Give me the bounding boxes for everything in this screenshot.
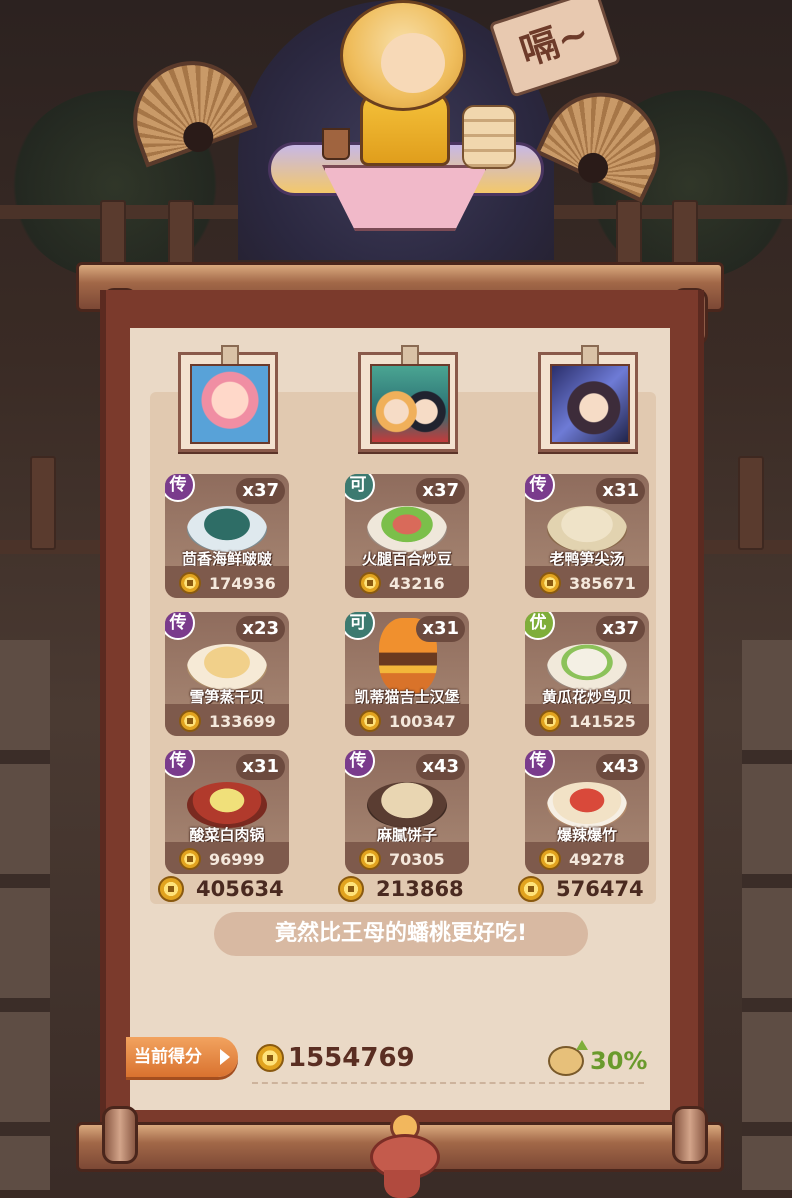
coin-icon (158, 876, 184, 902)
coin-icon (359, 848, 381, 870)
dish-card[interactable]: 传 x31 老鸭笋尖汤 385671 (525, 474, 649, 598)
review-comment: 竟然比王母的蟠桃更好吃! (214, 912, 588, 956)
coin-icon (256, 1043, 284, 1072)
dish-quantity: x31 (596, 478, 645, 504)
current-score-text: 当前得分 (134, 1047, 202, 1067)
dish-price: 100347 (359, 710, 456, 732)
dish-image-ham-stirfry (367, 506, 447, 552)
dish-price: 133699 (179, 710, 276, 732)
dish-quantity: x23 (236, 616, 285, 642)
coin-icon (179, 710, 201, 732)
dish-image-scallop (187, 644, 267, 690)
dish-price: 49278 (539, 848, 625, 870)
monkey-king-character[interactable] (330, 0, 470, 166)
portrait-frame-3[interactable] (538, 345, 638, 452)
scroll-rod-end (102, 1106, 138, 1164)
dish-card[interactable]: 传 x37 茴香海鲜啵啵 174936 (165, 474, 289, 598)
railing-post (738, 456, 764, 550)
column-total: 405634 (158, 876, 284, 902)
dish-price: 70305 (359, 848, 445, 870)
dish-image-spicy-dish (547, 782, 627, 828)
bonus-boost-icon (548, 1040, 588, 1076)
wall-panel-left (0, 640, 50, 1190)
dish-card[interactable]: 可 x31 凯蒂猫吉士汉堡 100347 (345, 612, 469, 736)
dish-price: 385671 (539, 572, 636, 594)
portrait-frame-2[interactable] (358, 345, 458, 452)
dish-card[interactable]: 优 x37 黄瓜花炒鸟贝 141525 (525, 612, 649, 736)
play-arrow-icon (220, 1049, 230, 1065)
dish-card[interactable]: 传 x31 酸菜白肉锅 96999 (165, 750, 289, 874)
coin-icon (179, 848, 201, 870)
dish-card[interactable]: 可 x37 火腿百合炒豆 43216 (345, 474, 469, 598)
coin-icon (338, 876, 364, 902)
dish-card[interactable]: 传 x23 雪笋蒸干贝 133699 (165, 612, 289, 736)
dish-price: 174936 (179, 572, 276, 594)
dish-image-hotpot (187, 782, 267, 828)
current-score-value: 1554769 (256, 1042, 415, 1073)
dish-quantity: x37 (596, 616, 645, 642)
coin-icon (539, 710, 561, 732)
dish-quantity: x37 (236, 478, 285, 504)
dish-price: 43216 (359, 572, 445, 594)
character-portrait-dark-hair (550, 364, 630, 444)
column-total: 213868 (338, 876, 464, 902)
dish-quantity: x31 (416, 616, 465, 642)
score-divider (252, 1082, 644, 1084)
character-portrait-duo (370, 364, 450, 444)
coin-icon (359, 710, 381, 732)
dish-quantity: x43 (596, 754, 645, 780)
coin-icon (539, 572, 561, 594)
score-bonus[interactable]: 30% (548, 1040, 647, 1076)
coin-icon (359, 572, 381, 594)
railing-post (30, 456, 56, 550)
wall-panel-right (742, 640, 792, 1190)
dish-image-flatbread (367, 782, 447, 828)
coin-icon (539, 848, 561, 870)
scroll-rod-end (672, 1106, 708, 1164)
coin-icon (179, 572, 201, 594)
dish-image-seafood-bowl (187, 506, 267, 552)
portrait-frame-1[interactable] (178, 345, 278, 452)
dish-image-duck-soup (547, 506, 627, 552)
steamer-buns-icon (462, 105, 516, 169)
coin-icon (518, 876, 544, 902)
character-portrait-pink-hair (190, 364, 270, 444)
dish-card[interactable]: 传 x43 爆辣爆竹 49278 (525, 750, 649, 874)
dish-quantity: x37 (416, 478, 465, 504)
dish-card[interactable]: 传 x43 麻腻饼子 70305 (345, 750, 469, 874)
dish-price: 141525 (539, 710, 636, 732)
dish-image-cucumber-flower (547, 644, 627, 690)
character-head (340, 0, 466, 111)
dish-price: 96999 (179, 848, 265, 870)
chinese-knot-icon (366, 1108, 440, 1198)
dish-quantity: x31 (236, 754, 285, 780)
dish-quantity: x43 (416, 754, 465, 780)
column-total: 576474 (518, 876, 644, 902)
current-score-label[interactable]: 当前得分 (126, 1037, 238, 1077)
